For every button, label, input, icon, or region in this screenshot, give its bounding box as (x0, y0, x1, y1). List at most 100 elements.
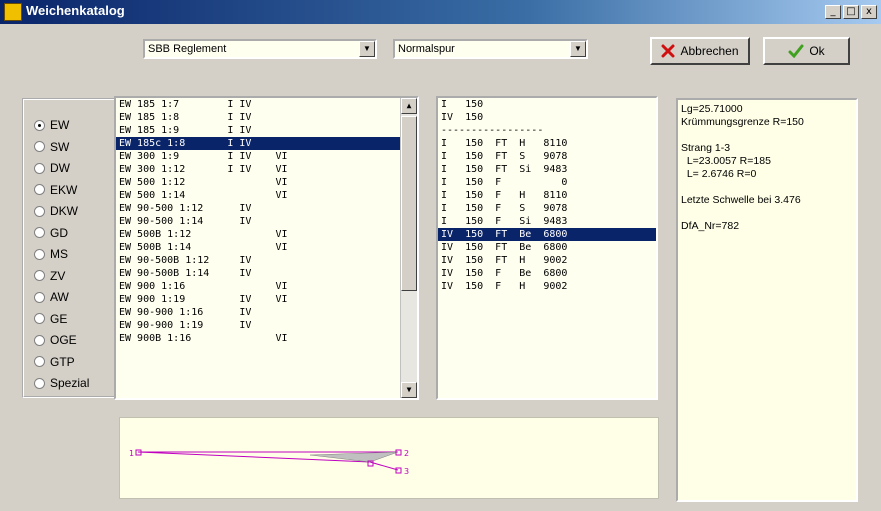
radio-label: EKW (50, 182, 78, 197)
radio-dw[interactable]: DW (34, 161, 70, 175)
variant-list-rows: I 150 IV 150 ----------------- I 150 FT H 8… (438, 98, 656, 293)
radio-label: EW (50, 118, 70, 132)
switch-diagram: 1 2 3 (119, 417, 659, 499)
list-item[interactable]: EW 185 1:7 I IV (116, 98, 400, 111)
radio-gd[interactable]: GD (34, 226, 68, 240)
list-item[interactable]: IV 150 F Be 6800 (438, 267, 656, 280)
radio-ew[interactable]: EW (34, 118, 69, 132)
radio-label: DKW (50, 204, 78, 218)
radio-label: GTP (50, 354, 75, 369)
radio-button-icon[interactable] (34, 291, 45, 303)
list-item[interactable]: I 150 F Si 9483 (438, 215, 656, 228)
list-item[interactable]: IV 150 F H 9002 (438, 280, 656, 293)
list-item[interactable]: I 150 F S 9078 (438, 202, 656, 215)
chevron-down-icon[interactable]: ▼ (570, 41, 586, 57)
radio-button-icon[interactable] (34, 184, 45, 195)
scroll-up-icon[interactable]: ▲ (401, 98, 417, 114)
info-line: L=23.0057 R=185 (681, 155, 771, 167)
list-item[interactable]: EW 90-500 1:12 IV (116, 202, 400, 215)
radio-button-icon[interactable] (34, 334, 45, 346)
info-line: Strang 1-3 (681, 142, 731, 154)
list-item[interactable]: EW 900B 1:16 VI (116, 332, 400, 345)
list-item[interactable]: I 150 FT H 8110 (438, 137, 656, 150)
info-line: DfA_Nr=782 (681, 220, 740, 232)
list-item[interactable]: EW 90-500 1:14 IV (116, 215, 400, 228)
list-item[interactable]: EW 500 1:14 VI (116, 189, 400, 202)
radio-spezial[interactable]: Spezial (34, 376, 89, 390)
radio-label: MS (50, 247, 68, 261)
list-item[interactable]: IV 150 FT Be 6800 (438, 241, 656, 254)
list-item[interactable]: I 150 FT S 9078 (438, 150, 656, 163)
radio-button-icon[interactable] (34, 313, 45, 324)
radio-button-icon[interactable] (34, 248, 45, 260)
list-item[interactable]: EW 500B 1:14 VI (116, 241, 400, 254)
variant-list[interactable]: I 150 IV 150 ----------------- I 150 FT H 8… (436, 96, 658, 400)
list-item[interactable]: EW 500 1:12 VI (116, 176, 400, 189)
list-item[interactable]: EW 300 1:12 I IV VI (116, 163, 400, 176)
cancel-x-icon (661, 44, 675, 58)
switch-list-rows: EW 185 1:7 I IV EW 185 1:8 I IV EW 185 1:9… (116, 98, 417, 345)
list-item[interactable]: EW 185c 1:8 I IV (116, 137, 400, 150)
radio-zv[interactable]: ZV (34, 269, 65, 283)
radio-aw[interactable]: AW (34, 290, 69, 304)
ok-button[interactable]: Ok (763, 37, 850, 65)
radio-button-icon[interactable] (34, 270, 45, 281)
checkmark-icon (788, 44, 804, 58)
info-panel: Lg=25.71000 Krümmungsgrenze R=150 Strang … (676, 98, 858, 502)
list-item[interactable]: EW 90-500B 1:14 IV (116, 267, 400, 280)
list-item[interactable]: I 150 (438, 98, 656, 111)
cancel-button-label: Abbrechen (680, 44, 739, 58)
radio-button-icon[interactable] (34, 119, 45, 131)
switch-type-radio-group: EW SW DW EKW DKW GD MS ZV AW GE OGE GTP Spezial (22, 98, 117, 398)
radio-gtp[interactable]: GTP (34, 355, 75, 369)
scrollbar-thumb[interactable] (401, 116, 417, 291)
switch-list-scrollbar[interactable]: ▲ ▼ (400, 98, 417, 398)
radio-oge[interactable]: OGE (34, 333, 77, 347)
radio-button-icon[interactable] (34, 356, 45, 367)
radio-button-icon[interactable] (34, 227, 45, 238)
chevron-down-icon[interactable]: ▼ (359, 41, 375, 57)
radio-label: Spezial (50, 376, 90, 390)
list-item[interactable]: EW 90-500B 1:12 IV (116, 254, 400, 267)
radio-ms[interactable]: MS (34, 247, 68, 261)
list-item[interactable]: EW 300 1:9 I IV VI (116, 150, 400, 163)
radio-sw[interactable]: SW (34, 140, 69, 154)
ok-button-label: Ok (809, 44, 825, 58)
list-item[interactable]: I 150 F 0 (438, 176, 656, 189)
radio-ekw[interactable]: EKW (34, 183, 77, 197)
radio-label: DW (50, 161, 70, 175)
switch-list[interactable]: EW 185 1:7 I IV EW 185 1:8 I IV EW 185 1:9… (114, 96, 419, 400)
radio-label: OGE (50, 333, 77, 347)
list-item[interactable]: IV 150 (438, 111, 656, 124)
info-line (681, 181, 853, 194)
maximize-button[interactable]: □ (843, 5, 859, 19)
radio-button-icon[interactable] (34, 141, 45, 152)
minimize-button[interactable]: _ (825, 5, 841, 19)
scroll-down-icon[interactable]: ▼ (401, 382, 417, 398)
radio-button-icon[interactable] (34, 162, 45, 174)
radio-label: GD (50, 225, 68, 240)
gauge-select[interactable]: Normalspur ▼ (393, 39, 588, 59)
list-item[interactable]: EW 185 1:9 I IV (116, 124, 400, 137)
list-item[interactable]: EW 90-900 1:19 IV (116, 319, 400, 332)
radio-button-icon[interactable] (34, 205, 45, 217)
radio-dkw[interactable]: DKW (34, 204, 78, 218)
diagram-label-1: 1 (129, 449, 134, 458)
cancel-button[interactable]: Abbrechen (650, 37, 750, 65)
list-item[interactable]: ----------------- (438, 124, 656, 137)
list-item[interactable]: I 150 F H 8110 (438, 189, 656, 202)
radio-ge[interactable]: GE (34, 312, 67, 326)
radio-label: AW (50, 290, 69, 304)
reglement-select[interactable]: SBB Reglement ▼ (143, 39, 377, 59)
list-item[interactable]: EW 500B 1:12 VI (116, 228, 400, 241)
list-item[interactable]: EW 185 1:8 I IV (116, 111, 400, 124)
list-item[interactable]: EW 90-900 1:16 IV (116, 306, 400, 319)
list-item[interactable]: IV 150 FT Be 6800 (438, 228, 656, 241)
close-button[interactable]: x (861, 5, 877, 19)
list-item[interactable]: EW 900 1:19 IV VI (116, 293, 400, 306)
list-item[interactable]: EW 900 1:16 VI (116, 280, 400, 293)
list-item[interactable]: IV 150 FT H 9002 (438, 254, 656, 267)
list-item[interactable]: I 150 FT Si 9483 (438, 163, 656, 176)
info-line: Letzte Schwelle bei 3.476 (681, 194, 801, 206)
radio-button-icon[interactable] (34, 377, 45, 389)
